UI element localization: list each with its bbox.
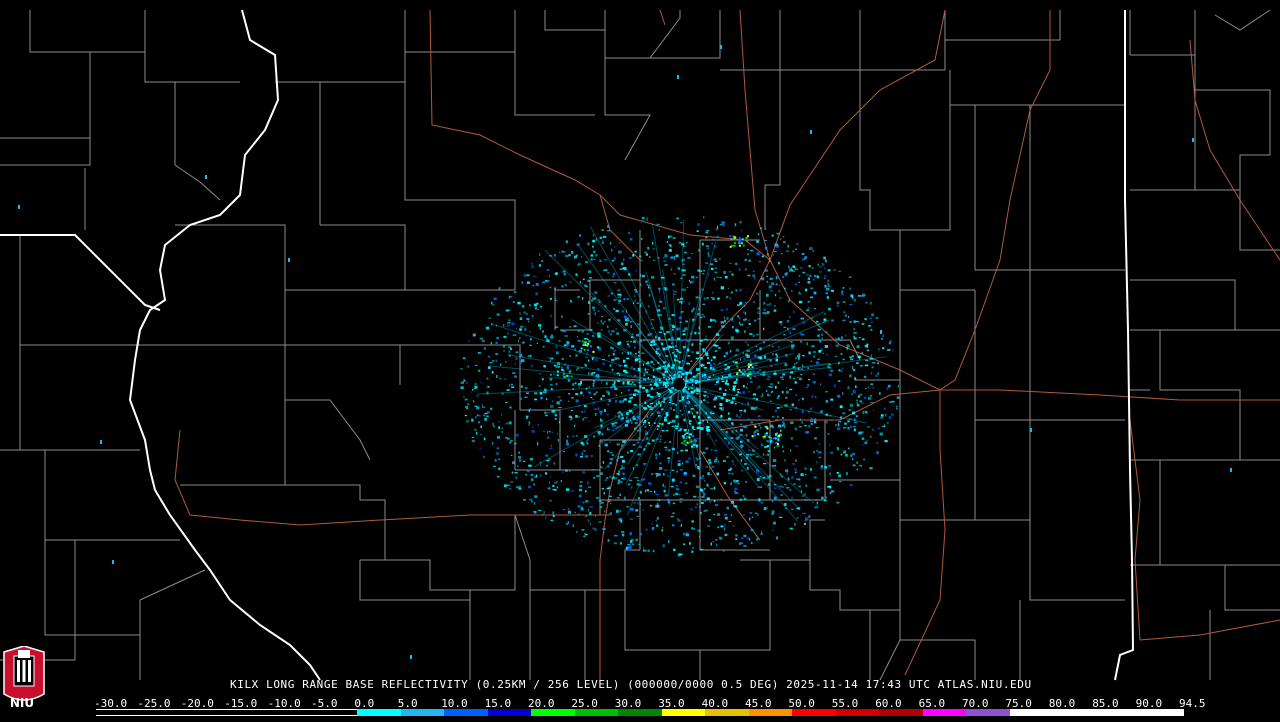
scale-swatch bbox=[487, 709, 532, 716]
radar-map bbox=[0, 0, 1280, 720]
scale-swatch bbox=[574, 709, 619, 716]
scale-swatch bbox=[226, 709, 271, 716]
scale-swatch bbox=[270, 709, 314, 716]
scale-swatch bbox=[444, 709, 488, 716]
scale-swatch bbox=[966, 709, 1010, 716]
scale-swatch bbox=[531, 709, 575, 716]
scale-swatch bbox=[1053, 709, 1097, 716]
scale-swatch bbox=[618, 709, 662, 716]
scale-swatch bbox=[313, 709, 358, 716]
scale-swatch bbox=[96, 709, 140, 716]
scale-swatch bbox=[1140, 709, 1184, 716]
scale-swatch bbox=[1009, 709, 1054, 716]
scale-swatch bbox=[1096, 709, 1141, 716]
scale-swatch bbox=[183, 709, 227, 716]
scale-swatch bbox=[879, 709, 923, 716]
radar-site-marker bbox=[673, 378, 685, 390]
scale-swatch bbox=[705, 709, 749, 716]
niu-logo-text: NIU bbox=[9, 696, 35, 710]
color-scale-bar bbox=[96, 709, 1184, 716]
scale-swatch bbox=[748, 709, 793, 716]
scale-swatch bbox=[792, 709, 836, 716]
color-scale-labels: -30.0 -25.0 -20.0 -15.0 -10.0 -5.0 0.0 5.0 10.0 1… bbox=[94, 697, 1206, 710]
scale-swatch bbox=[835, 709, 880, 716]
scale-swatch bbox=[139, 709, 184, 716]
scale-swatch bbox=[661, 709, 706, 716]
scale-swatch bbox=[357, 709, 401, 716]
product-caption: KILX LONG RANGE BASE REFLECTIVITY (0.25K… bbox=[230, 678, 1032, 691]
scale-swatch bbox=[922, 709, 967, 716]
scale-swatch bbox=[400, 709, 445, 716]
